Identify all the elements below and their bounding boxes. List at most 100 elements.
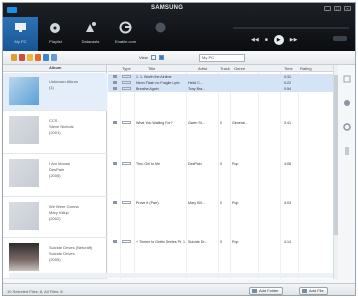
add-folder-label: Add Folder xyxy=(259,288,279,293)
table-row[interactable]: Prove It (Parr) Mary Kill... 0 Pop 4:03 xyxy=(108,200,333,206)
nav-datacasts[interactable]: Datacasts xyxy=(73,17,108,51)
broadcast-icon xyxy=(86,22,96,32)
cell-artist: Heidi C... xyxy=(188,81,203,85)
list-item[interactable]: Unknown Album (1) xyxy=(3,73,107,111)
settings-icon[interactable] xyxy=(343,123,351,131)
file-type-box xyxy=(122,81,131,84)
video-icon[interactable] xyxy=(35,54,41,61)
cell-artist: DesPain xyxy=(188,162,202,166)
cell-time: 4:08 xyxy=(284,162,291,166)
maximize-button[interactable]: □ xyxy=(334,6,341,11)
music-file-icon xyxy=(113,162,117,165)
search-input[interactable]: My PC xyxy=(199,54,245,62)
col-artist[interactable]: Artist xyxy=(198,66,207,71)
table-row[interactable]: + Theme to Gettin Smiles Pt. 1 Suicide D… xyxy=(108,239,333,245)
player-device-icon[interactable] xyxy=(343,147,351,155)
next-icon[interactable]: ▶▶ xyxy=(290,37,298,43)
file-type-box xyxy=(122,240,131,243)
album-info: Unknown Album (1) xyxy=(49,79,78,91)
album-cover xyxy=(9,116,39,144)
brand-logo: SAMSUNG xyxy=(151,5,184,11)
add-file-label: Add File xyxy=(309,288,324,293)
music-icon[interactable] xyxy=(19,54,25,61)
cell-title: What You Waiting For? xyxy=(136,121,173,125)
cell-artist: Mary Kill... xyxy=(188,201,205,205)
folder-icon[interactable] xyxy=(11,54,17,61)
cell-time: 0:31 xyxy=(284,75,291,79)
cell-genre: Pop xyxy=(232,240,239,244)
cell-title: + Theme to Gettin Smiles Pt. 1 xyxy=(136,240,185,244)
cell-artist: Gwen St... xyxy=(188,121,205,125)
header-bar: SAMSUNG _ □ × My PC Playlist Datacasts E… xyxy=(3,3,355,51)
cell-title: Thru Girl to Me xyxy=(136,162,160,166)
main-nav: My PC Playlist Datacasts Enable.com xyxy=(3,17,178,51)
playlist-icon xyxy=(50,23,60,33)
cell-title: Breathe Again xyxy=(136,87,159,91)
scroll-thumb[interactable] xyxy=(334,75,338,235)
volume-slider[interactable] xyxy=(333,36,347,41)
album-extra: (1) xyxy=(49,85,54,90)
stop-icon[interactable]: ■ xyxy=(265,37,268,43)
nav-playlist[interactable]: Playlist xyxy=(38,17,73,51)
list-view-icon[interactable] xyxy=(151,55,156,60)
nav-enable[interactable]: Enable.com xyxy=(108,17,143,51)
photo-icon[interactable] xyxy=(27,54,33,61)
cell-track: 0 xyxy=(220,240,222,244)
list-item[interactable]: We Were Gonna Mary Killup (2002) xyxy=(3,198,107,238)
minimize-button[interactable]: _ xyxy=(324,6,331,11)
cell-artist: Suicide Dr... xyxy=(188,240,208,244)
contacts-icon[interactable] xyxy=(43,54,49,61)
nav-my-pc[interactable]: My PC xyxy=(3,17,38,51)
album-extra: (2001) xyxy=(49,130,61,135)
add-file-button[interactable]: Add File xyxy=(299,287,328,295)
files-icon[interactable] xyxy=(51,54,57,61)
close-button[interactable]: × xyxy=(344,6,351,11)
list-item[interactable]: I Am Moose DesPain (2008) xyxy=(3,155,107,197)
album-extra: (2002) xyxy=(49,216,61,221)
col-rating[interactable]: Rating xyxy=(300,66,312,71)
music-file-icon xyxy=(113,75,117,78)
folder-add-icon xyxy=(252,289,257,293)
album-cover xyxy=(9,243,39,271)
col-time[interactable]: Time xyxy=(284,66,293,71)
vertical-scrollbar[interactable] xyxy=(333,65,338,279)
previous-icon[interactable]: ◀◀ xyxy=(251,37,259,43)
transport-controls: ◀◀ ■ ▶ ▶▶ xyxy=(251,35,297,45)
cell-time: 0:54 xyxy=(284,87,291,91)
nav-label: Playlist xyxy=(49,39,62,44)
toolbar-icons xyxy=(11,54,57,61)
add-folder-button[interactable]: Add Folder xyxy=(249,287,283,295)
window-controls: _ □ × xyxy=(324,6,351,11)
list-item[interactable]: CCS Steve Nichols (2001) xyxy=(3,112,107,154)
play-icon[interactable]: ▶ xyxy=(273,35,284,45)
horizontal-scrollbar[interactable] xyxy=(9,273,333,278)
album-cover xyxy=(9,159,39,187)
cell-genre: General... xyxy=(232,121,248,125)
file-type-box xyxy=(122,87,131,90)
file-type-box xyxy=(122,75,131,78)
table-row[interactable]: Breathe Again Tony Bra... 0:54 xyxy=(108,86,333,92)
nav-label: Enable.com xyxy=(114,39,137,44)
col-genre[interactable]: Genre xyxy=(234,66,245,71)
table-row[interactable]: Thru Girl to Me DesPain 0 Pop 4:08 xyxy=(108,161,333,167)
nav-label: My PC xyxy=(14,39,27,44)
device-icon[interactable] xyxy=(343,99,351,107)
toolbar: View My PC xyxy=(3,51,355,65)
seek-bar[interactable] xyxy=(233,27,349,29)
computer-icon xyxy=(15,23,26,32)
col-type[interactable]: Type xyxy=(122,66,131,71)
album-info: We Were Gonna Mary Killup (2002) xyxy=(49,204,79,222)
cell-time: 4:03 xyxy=(284,201,291,205)
table-row[interactable]: What You Waiting For? Gwen St... 0 Gener… xyxy=(108,120,333,126)
grid-view-icon[interactable] xyxy=(159,55,164,60)
col-title[interactable]: Title xyxy=(148,66,155,71)
music-file-icon xyxy=(113,121,117,124)
transfer-icon[interactable] xyxy=(343,75,351,83)
cell-time: 3:41 xyxy=(284,121,291,125)
cell-time: 0:22 xyxy=(284,81,291,85)
music-file-icon xyxy=(113,201,117,204)
col-track[interactable]: Track xyxy=(220,66,230,71)
nav-label: Datacasts xyxy=(81,39,100,44)
album-column-header[interactable]: Album xyxy=(3,65,106,72)
app-menu-icon[interactable] xyxy=(7,7,17,13)
